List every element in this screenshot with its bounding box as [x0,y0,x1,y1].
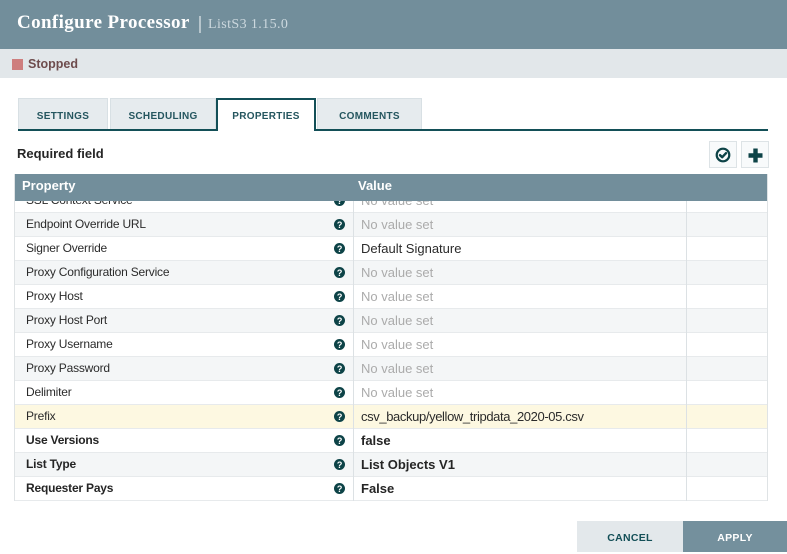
svg-text:?: ? [337,436,343,446]
svg-text:?: ? [337,388,343,398]
svg-text:?: ? [337,316,343,326]
svg-text:?: ? [337,292,343,302]
svg-text:?: ? [337,364,343,374]
svg-text:?: ? [337,412,343,422]
svg-text:?: ? [337,460,343,470]
svg-text:?: ? [337,340,343,350]
svg-text:?: ? [337,484,343,494]
svg-text:?: ? [337,220,343,230]
svg-text:?: ? [337,244,343,254]
svg-text:?: ? [337,268,343,278]
